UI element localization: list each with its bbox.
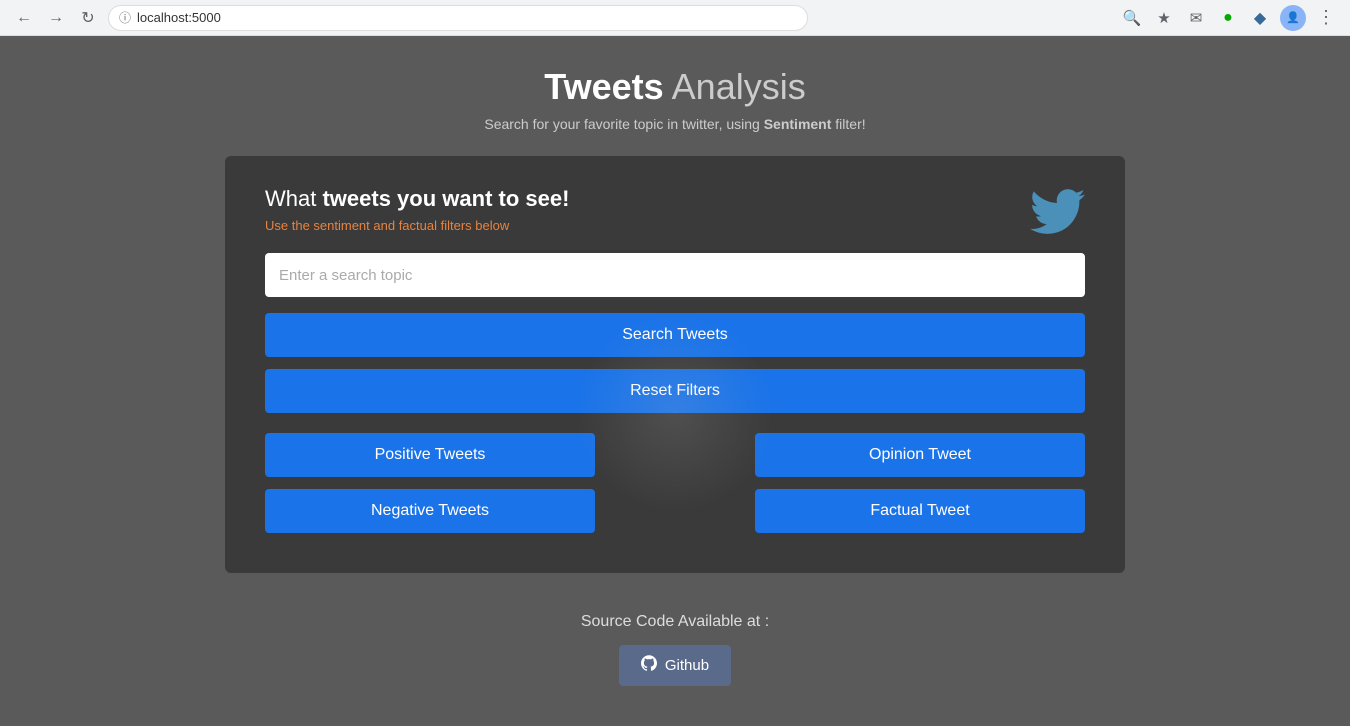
positive-tweets-button[interactable]: Positive Tweets	[265, 433, 595, 477]
card-header: What tweets you want to see! Use the sen…	[265, 186, 1085, 233]
back-button[interactable]: ←	[12, 6, 36, 30]
mail-icon[interactable]: ✉	[1184, 6, 1208, 30]
main-card: What tweets you want to see! Use the sen…	[225, 156, 1125, 573]
title-bold: Tweets	[544, 66, 663, 107]
card-title-bold: tweets you want to see!	[322, 186, 569, 211]
bookmark-button[interactable]: ★	[1152, 6, 1176, 30]
browser-toolbar: ← → ↻ ⓘ localhost:5000 🔍 ★ ✉ ● ◆ 👤 ⋮	[0, 0, 1350, 36]
factual-tweet-button[interactable]: Factual Tweet	[755, 489, 1085, 533]
forward-button[interactable]: →	[44, 6, 68, 30]
search-input[interactable]	[265, 253, 1085, 297]
browser-actions: 🔍 ★ ✉ ● ◆ 👤 ⋮	[1120, 5, 1338, 31]
github-label: Github	[665, 657, 709, 674]
github-button[interactable]: Github	[619, 645, 731, 686]
opinion-tweet-button[interactable]: Opinion Tweet	[755, 433, 1085, 477]
card-title-before: What	[265, 186, 322, 211]
negative-tweets-button[interactable]: Negative Tweets	[265, 489, 595, 533]
extension-icon-python[interactable]: ◆	[1248, 6, 1272, 30]
twitter-bird-icon	[1030, 184, 1085, 252]
url-text: localhost:5000	[137, 10, 221, 25]
address-bar[interactable]: ⓘ localhost:5000	[108, 5, 808, 31]
zoom-button[interactable]: 🔍	[1120, 6, 1144, 30]
page-subtitle: Search for your favorite topic in twitte…	[484, 116, 865, 132]
page-content: Tweets Analysis Search for your favorite…	[0, 36, 1350, 726]
menu-button[interactable]: ⋮	[1314, 6, 1338, 30]
reset-filters-button[interactable]: Reset Filters	[265, 369, 1085, 413]
reload-button[interactable]: ↻	[76, 6, 100, 30]
card-subtitle: Use the sentiment and factual filters be…	[265, 218, 1085, 233]
title-thin: Analysis	[664, 66, 806, 107]
subtitle-after: filter!	[831, 116, 865, 132]
github-icon	[641, 655, 657, 676]
subtitle-before: Search for your favorite topic in twitte…	[484, 116, 763, 132]
avatar[interactable]: 👤	[1280, 5, 1306, 31]
card-title: What tweets you want to see!	[265, 186, 1085, 212]
info-icon: ⓘ	[119, 9, 131, 26]
footer-section: Source Code Available at : Github	[581, 613, 769, 686]
footer-text: Source Code Available at :	[581, 613, 769, 631]
extension-icon-green[interactable]: ●	[1216, 6, 1240, 30]
search-tweets-button[interactable]: Search Tweets	[265, 313, 1085, 357]
filter-buttons-grid: Positive Tweets Opinion Tweet Negative T…	[265, 433, 1085, 533]
subtitle-sentiment: Sentiment	[764, 116, 832, 132]
page-title: Tweets Analysis	[544, 66, 805, 108]
